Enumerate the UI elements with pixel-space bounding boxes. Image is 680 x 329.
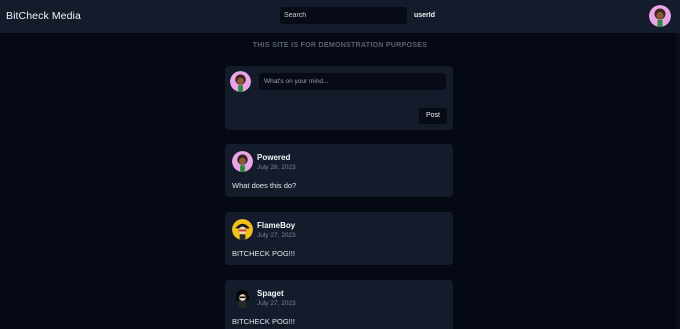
scrollbar[interactable] <box>676 33 680 329</box>
post-card: FlameBoy July 27, 2023 BITCHECK POG!!! <box>225 212 453 265</box>
post-body: BITCHECK POG!!! <box>232 317 295 326</box>
yellow-avatar-icon <box>232 219 253 240</box>
post-button[interactable]: Post <box>419 108 447 124</box>
profile-avatar[interactable] <box>649 5 671 27</box>
post-card: Spaget July 27, 2023 BITCHECK POG!!! <box>225 280 453 329</box>
post-author[interactable]: FlameBoy <box>257 221 295 230</box>
post-date: July 27, 2023 <box>257 300 296 307</box>
top-navbar: BitCheck Media userId <box>0 0 680 33</box>
search-input[interactable] <box>280 7 407 24</box>
post-avatar[interactable] <box>232 151 253 172</box>
post-date: July 27, 2023 <box>257 232 296 239</box>
user-id-link[interactable]: userId <box>414 12 435 19</box>
pink-avatar-icon <box>230 71 251 92</box>
composer-avatar <box>230 71 251 92</box>
post-body: What does this do? <box>232 181 297 190</box>
demo-disclaimer: THIS SITE IS FOR DEMONSTRATION PURPOSES <box>252 42 428 49</box>
post-author[interactable]: Powered <box>257 153 290 162</box>
post-date: July 28, 2023 <box>257 164 296 171</box>
post-body: BITCHECK POG!!! <box>232 249 295 258</box>
black-avatar-icon <box>232 287 253 308</box>
post-text-input[interactable] <box>259 73 446 90</box>
post-card: Powered July 28, 2023 What does this do? <box>225 144 453 197</box>
post-author[interactable]: Spaget <box>257 289 284 298</box>
brand-title[interactable]: BitCheck Media <box>6 10 81 22</box>
pink-avatar-icon <box>649 5 671 27</box>
pink-avatar-icon <box>232 151 253 172</box>
post-composer: Post <box>225 66 453 130</box>
post-avatar[interactable] <box>232 287 253 308</box>
post-avatar[interactable] <box>232 219 253 240</box>
